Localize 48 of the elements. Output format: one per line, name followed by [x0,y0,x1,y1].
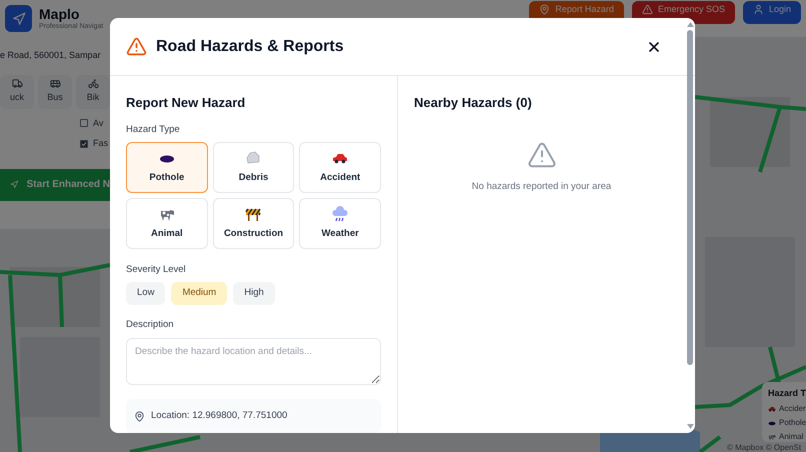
pin-icon [134,410,145,422]
rock-icon [245,150,262,166]
pin-icon [539,4,550,15]
truck-icon [12,78,22,90]
legend-label: Pothole [779,416,806,428]
scroll-up-arrow-icon[interactable] [686,22,694,27]
severity-option[interactable]: Medium [171,282,228,305]
navigation-icon [10,179,19,190]
hazard-type-option[interactable]: Debris [212,142,294,193]
location-text: Location: 12.969800, 77.751000 [151,408,288,423]
bus-icon [50,78,60,90]
vehicle-button[interactable]: Bik [76,74,110,108]
rain-cloud-icon [332,206,348,222]
app-name: Maplo [39,7,80,21]
field-label: Description [126,318,175,332]
hazard-type-option[interactable]: Weather [299,198,381,249]
severity-option[interactable]: High [233,282,275,305]
severity-option[interactable]: Low [126,282,166,305]
checkbox[interactable] [80,119,88,128]
empty-state-text: No hazards reported in your area [472,180,612,194]
description-field[interactable]: Describe the hazard location and details... [126,338,381,385]
map-attribution: © Mapbox © OpenSt [727,442,802,452]
section-heading: Nearby Hazards (0) [414,94,533,112]
field-label: Hazard Type [126,122,181,136]
checkbox[interactable] [80,140,88,148]
section-heading: Report New Hazard [126,94,246,112]
hazard-type-option[interactable]: Accident [299,142,381,193]
scrollbar[interactable] [686,22,694,429]
option-label: Fas [93,137,108,150]
hazard-type-option[interactable]: Pothole [126,142,208,193]
vehicle-button[interactable]: uck [0,74,34,108]
vehicle-button[interactable]: Bus [38,74,72,108]
option-label: Av [93,116,104,130]
hazard-type-option[interactable]: Animal [126,198,208,249]
car-icon [768,404,776,412]
hazard-type-option[interactable]: Construction [212,198,294,249]
field-label: Severity Level [126,262,187,277]
address-text: e Road, 560001, Sampar [0,49,102,62]
scroll-down-arrow-icon[interactable] [686,424,694,429]
navigation-icon [12,12,26,26]
legend-label: Animal [779,430,804,442]
bike-icon [88,78,98,90]
warning-icon [126,36,147,57]
dialog-title: Road Hazards & Reports [156,36,344,56]
warning-icon [642,4,653,15]
legend-label: Accider [779,402,806,414]
user-icon [752,4,764,15]
legend-title: Hazard T [768,387,806,400]
